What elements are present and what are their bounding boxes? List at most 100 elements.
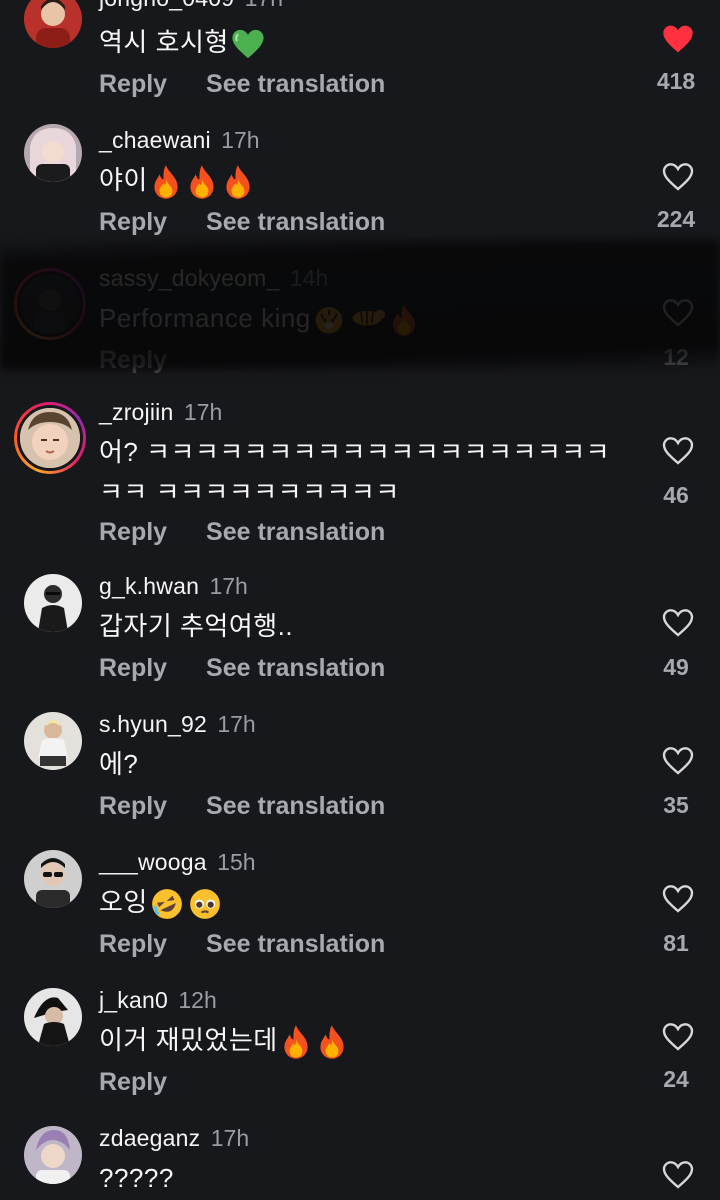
comment-header: j_kan0 12h bbox=[99, 986, 217, 1014]
avatar[interactable] bbox=[24, 574, 82, 632]
tiger-emoji bbox=[352, 309, 385, 326]
reply-button[interactable]: Reply bbox=[99, 654, 167, 683]
timestamp: 12h bbox=[178, 987, 217, 1013]
heart-outline-icon bbox=[662, 885, 694, 913]
username[interactable]: ___wooga bbox=[99, 849, 207, 875]
username[interactable]: jongho_0409 bbox=[99, 0, 234, 11]
like-count: 224 bbox=[656, 206, 696, 232]
heart-outline-icon bbox=[662, 1023, 694, 1051]
comment-text: 갑자기 추억여행.. bbox=[99, 611, 294, 641]
username[interactable]: s.hyun_92 bbox=[99, 711, 207, 737]
comment-header: ___wooga 15h bbox=[99, 848, 256, 876]
green-heart-emoji bbox=[232, 29, 264, 59]
timestamp: 17h bbox=[221, 127, 260, 153]
like-button[interactable] bbox=[658, 162, 698, 197]
reply-button[interactable]: Reply bbox=[99, 792, 167, 821]
comment-actions: Reply See translation bbox=[99, 654, 385, 683]
like-button[interactable] bbox=[658, 746, 698, 781]
avatar[interactable] bbox=[24, 712, 82, 770]
reply-button[interactable]: Reply bbox=[99, 346, 167, 375]
username[interactable]: g_k.hwan bbox=[99, 573, 199, 599]
heart-outline-icon bbox=[662, 1161, 694, 1189]
comment-text: 이거 재밌었는데 bbox=[99, 1020, 629, 1060]
see-translation-button[interactable]: See translation bbox=[206, 70, 385, 99]
username[interactable]: j_kan0 bbox=[99, 987, 168, 1013]
fire-emoji bbox=[320, 1025, 344, 1059]
like-count: 35 bbox=[663, 792, 689, 818]
heart-outline-icon bbox=[662, 609, 694, 637]
like-count: 81 bbox=[663, 930, 689, 956]
comment-actions: Reply bbox=[99, 346, 167, 375]
comment-header: _zrojiin 17h bbox=[99, 398, 222, 426]
reply-button[interactable]: Reply bbox=[99, 930, 167, 959]
fire-emoji bbox=[190, 165, 214, 199]
comment-header: s.hyun_92 17h bbox=[99, 710, 256, 738]
comment-text: 에? bbox=[99, 749, 139, 779]
reply-button[interactable]: Reply bbox=[99, 1068, 167, 1097]
like-count: 12 bbox=[663, 344, 689, 370]
comment-text: 야이 bbox=[99, 160, 629, 200]
tiger-face-emoji bbox=[315, 307, 343, 334]
avatar[interactable] bbox=[24, 988, 82, 1046]
comment-header: _chaewani 17h bbox=[99, 126, 260, 154]
avatar[interactable] bbox=[24, 1126, 82, 1184]
timestamp: 15h bbox=[217, 849, 256, 875]
avatar[interactable] bbox=[24, 850, 82, 908]
see-translation-button[interactable]: See translation bbox=[206, 518, 385, 547]
like-button[interactable] bbox=[658, 884, 698, 919]
timestamp: 17h bbox=[210, 1125, 250, 1151]
username[interactable]: sassy_dokyeom_ bbox=[99, 265, 280, 291]
comment-text: 역시 호시형 bbox=[99, 22, 629, 62]
comment-text: ????? bbox=[99, 1163, 174, 1193]
heart-outline-icon bbox=[662, 163, 694, 191]
heart-filled-icon bbox=[663, 25, 693, 53]
reply-button[interactable]: Reply bbox=[99, 70, 167, 99]
timestamp: 17h bbox=[183, 399, 223, 425]
comment-header: sassy_dokyeom_ 14h bbox=[99, 264, 328, 292]
see-translation-button[interactable]: See translation bbox=[206, 930, 385, 959]
like-button[interactable] bbox=[658, 1022, 698, 1057]
timestamp: 14h bbox=[289, 265, 329, 291]
see-translation-button[interactable]: See translation bbox=[206, 654, 385, 683]
comment-actions: Reply See translation bbox=[99, 70, 385, 99]
comment-header: zdaeganz 17h bbox=[99, 1124, 249, 1152]
timestamp: 17h bbox=[209, 573, 248, 599]
comment-actions: Reply See translation bbox=[99, 930, 385, 959]
username[interactable]: _chaewani bbox=[99, 127, 211, 153]
like-button[interactable] bbox=[658, 24, 698, 59]
avatar[interactable] bbox=[14, 268, 86, 340]
comment-actions: Reply bbox=[99, 1068, 167, 1097]
timestamp: 17h bbox=[217, 711, 256, 737]
comment-text: 어? ㅋㅋㅋㅋㅋㅋㅋㅋㅋㅋㅋㅋㅋㅋㅋㅋㅋㅋㅋㅋㅋ ㅋㅋㅋㅋㅋㅋㅋㅋㅋㅋ bbox=[99, 437, 611, 507]
comment-text: Performance king bbox=[99, 298, 629, 338]
avatar[interactable] bbox=[24, 0, 82, 48]
like-button[interactable] bbox=[658, 298, 698, 333]
see-translation-button[interactable]: See translation bbox=[206, 208, 385, 237]
see-translation-button[interactable]: See translation bbox=[206, 792, 385, 821]
like-count: 49 bbox=[663, 654, 689, 680]
like-button[interactable] bbox=[658, 1160, 698, 1195]
reply-button[interactable]: Reply bbox=[99, 208, 167, 237]
like-count: 46 bbox=[663, 482, 689, 508]
heart-outline-icon bbox=[662, 437, 694, 465]
username[interactable]: zdaeganz bbox=[99, 1125, 200, 1151]
comment-text: 오잉 bbox=[99, 882, 629, 922]
reply-button[interactable]: Reply bbox=[99, 518, 167, 547]
like-button[interactable] bbox=[658, 608, 698, 643]
fire-emoji bbox=[226, 165, 250, 199]
avatar[interactable] bbox=[14, 402, 86, 474]
comment-actions: Reply See translation bbox=[99, 792, 385, 821]
comment-actions: Reply See translation bbox=[99, 518, 385, 547]
comment-actions: Reply See translation bbox=[99, 208, 385, 237]
avatar[interactable] bbox=[24, 124, 82, 182]
fire-emoji bbox=[284, 1025, 308, 1059]
comments-list: jongho_0409 17h 역시 호시형 Reply See transla… bbox=[0, 0, 720, 1200]
heart-outline-icon bbox=[662, 299, 694, 327]
like-count: 24 bbox=[663, 1066, 689, 1092]
comment-header: jongho_0409 17h bbox=[99, 0, 283, 12]
like-button[interactable] bbox=[658, 436, 698, 471]
heart-outline-icon bbox=[662, 747, 694, 775]
rolling-laughing-emoji bbox=[151, 889, 182, 919]
fire-emoji bbox=[154, 165, 178, 199]
username[interactable]: _zrojiin bbox=[99, 399, 173, 425]
